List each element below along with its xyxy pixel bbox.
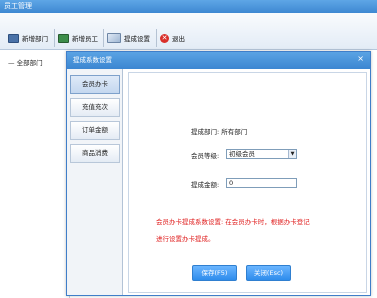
tab-product-consumption[interactable]: 商品消费 xyxy=(70,144,120,163)
add-department-button[interactable]: 新增部门 xyxy=(8,31,48,45)
note-line-1: 会员办卡提成系数设置: 在会员办卡时，根据办卡登记 xyxy=(156,218,310,226)
add-employee-button[interactable]: 新增员工 xyxy=(58,31,98,45)
employee-icon xyxy=(58,33,69,43)
exit-button[interactable]: ✕ 退出 xyxy=(160,31,185,45)
department-icon xyxy=(8,33,19,43)
save-button[interactable]: 保存(F5) xyxy=(192,265,237,281)
toolbar-separator xyxy=(156,29,157,47)
toolbar: 新增部门 新增员工 提成设置 ✕ 退出 xyxy=(0,13,377,50)
tree-root-label: 全部部门 xyxy=(16,59,43,67)
amount-input[interactable]: 0 xyxy=(226,178,297,188)
commission-settings-label: 提成设置 xyxy=(124,35,150,43)
chevron-down-icon[interactable]: ▼ xyxy=(288,150,296,158)
tab-membership-card[interactable]: 会员办卡 xyxy=(70,75,120,94)
department-tree: — 全部部门 xyxy=(0,51,70,298)
tree-root-all-departments[interactable]: — 全部部门 xyxy=(8,57,43,67)
add-department-label: 新增部门 xyxy=(22,35,48,43)
dialog-close-icon[interactable]: × xyxy=(357,52,364,69)
department-label: 提成部门: 所有部门 xyxy=(191,128,248,136)
tree-line: — xyxy=(8,59,15,67)
add-employee-label: 新增员工 xyxy=(72,35,98,43)
settings-icon xyxy=(107,33,121,43)
exit-label: 退出 xyxy=(172,35,185,43)
amount-label: 提成金额: xyxy=(191,181,220,189)
dialog-tab-list: 会员办卡 充值充次 订单金额 商品消费 xyxy=(67,69,123,295)
tab-recharge[interactable]: 充值充次 xyxy=(70,98,120,117)
dialog-title: 提成系数设置 xyxy=(67,52,370,69)
commission-settings-button[interactable]: 提成设置 xyxy=(107,31,150,45)
commission-settings-dialog: 提成系数设置 × 会员办卡 充值充次 订单金额 商品消费 提成部门: 所有部门 … xyxy=(66,51,371,296)
settings-panel: 提成部门: 所有部门 会员等级: 初级会员 ▼ 提成金额: 0 会员办卡提成系数… xyxy=(128,72,367,293)
member-level-value: 初级会员 xyxy=(229,150,255,158)
dialog-body: 提成部门: 所有部门 会员等级: 初级会员 ▼ 提成金额: 0 会员办卡提成系数… xyxy=(123,69,370,295)
window-title: 员工管理 xyxy=(0,0,377,13)
tab-order-amount[interactable]: 订单金额 xyxy=(70,121,120,140)
toolbar-separator xyxy=(103,29,104,47)
close-button[interactable]: 关闭(Esc) xyxy=(246,265,291,281)
member-level-select[interactable]: 初级会员 ▼ xyxy=(226,149,297,159)
exit-icon: ✕ xyxy=(160,33,169,43)
note-line-2: 进行设置办卡提成。 xyxy=(156,235,215,243)
toolbar-separator xyxy=(54,29,55,47)
member-level-label: 会员等级: xyxy=(191,152,220,160)
